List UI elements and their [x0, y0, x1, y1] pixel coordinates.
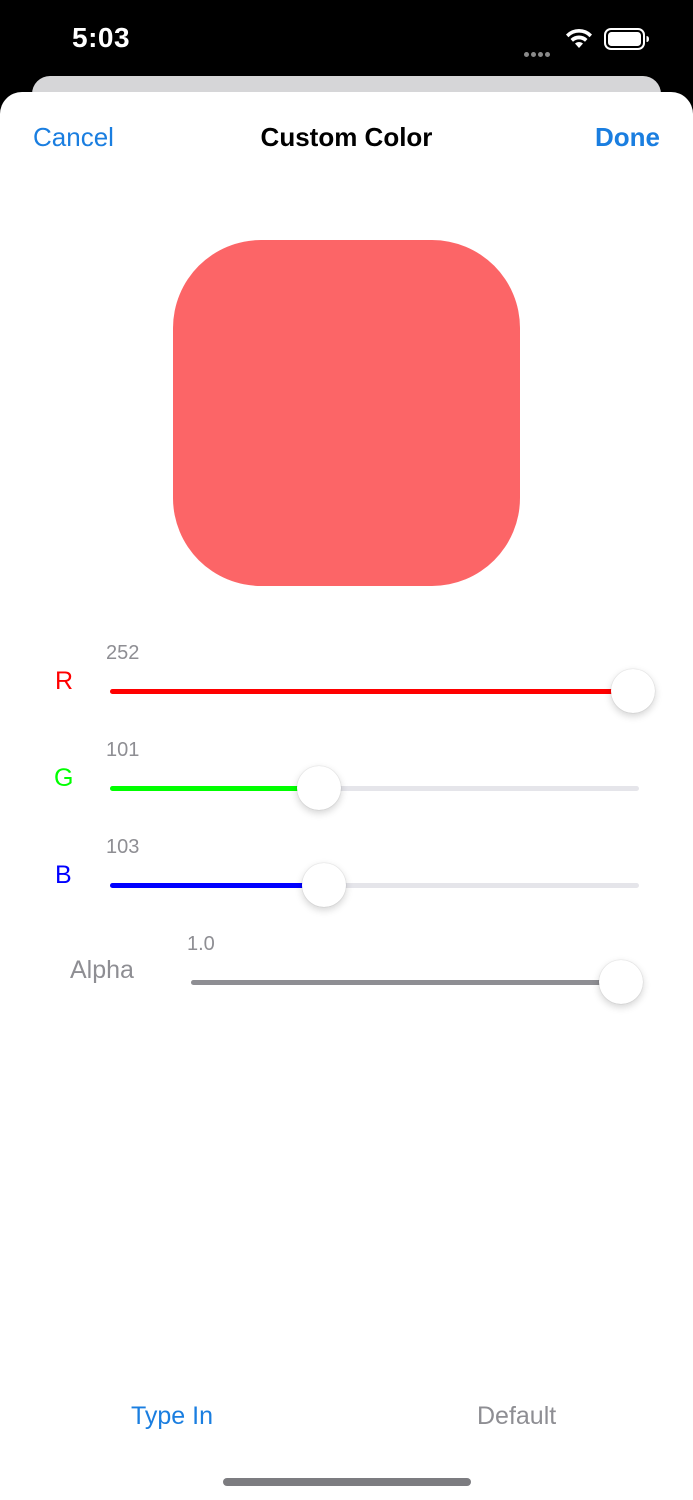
blue-slider-fill [110, 883, 324, 888]
green-slider-fill [110, 786, 320, 791]
blue-label: B [55, 861, 72, 889]
alpha-label: Alpha [70, 956, 134, 984]
red-slider[interactable] [110, 669, 655, 713]
status-bar: 5:03 [0, 0, 693, 80]
red-slider-row: R 252 [0, 637, 693, 727]
green-slider-thumb[interactable] [297, 766, 342, 810]
status-time: 5:03 [72, 22, 131, 53]
green-slider[interactable] [110, 766, 639, 810]
wifi-icon [566, 28, 592, 48]
blue-slider-thumb[interactable] [301, 863, 346, 907]
custom-color-sheet: Custom Color Cancel Done R 252 G 101 B 1… [0, 92, 693, 1500]
green-value: 101 [106, 739, 140, 761]
red-value: 252 [106, 642, 140, 664]
type-in-button[interactable]: Type In [131, 1402, 213, 1431]
green-label: G [54, 764, 74, 792]
blue-slider-row: B 103 [0, 831, 693, 921]
done-button[interactable]: Done [595, 122, 660, 153]
default-button[interactable]: Default [477, 1402, 556, 1431]
blue-value: 103 [106, 836, 140, 858]
cancel-button[interactable]: Cancel [33, 122, 114, 153]
color-preview-swatch [173, 240, 520, 586]
alpha-slider-fill [191, 980, 621, 985]
alpha-value: 1.0 [187, 933, 215, 955]
alpha-slider-row: Alpha 1.0 [0, 928, 693, 1018]
green-slider-row: G 101 [0, 734, 693, 824]
alpha-slider-thumb[interactable] [599, 960, 643, 1004]
red-slider-thumb[interactable] [610, 669, 655, 713]
red-slider-fill [110, 689, 633, 694]
battery-icon [604, 28, 649, 50]
cellular-signal-icon [524, 44, 558, 57]
alpha-slider[interactable] [191, 960, 643, 1004]
blue-slider[interactable] [110, 863, 639, 907]
red-label: R [55, 667, 74, 695]
home-indicator [223, 1478, 471, 1486]
